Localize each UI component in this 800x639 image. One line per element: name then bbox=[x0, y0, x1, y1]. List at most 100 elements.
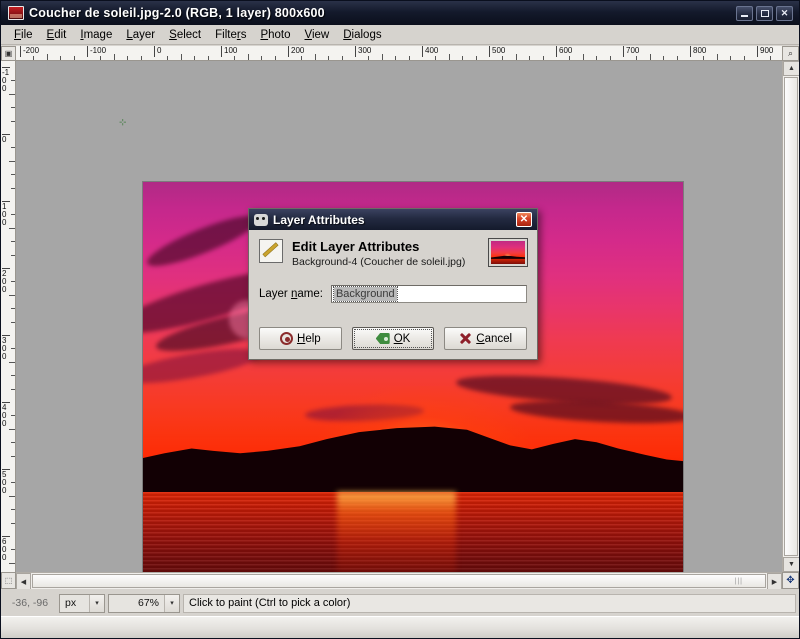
dialog-subheading: Background-4 (Coucher de soleil.jpg) bbox=[292, 256, 466, 268]
ruler-tick bbox=[609, 56, 611, 60]
horizontal-scrollbar[interactable]: ◀ ▶ ||| bbox=[16, 572, 782, 590]
ruler-tick bbox=[11, 107, 15, 109]
ruler-tick bbox=[11, 281, 15, 283]
help-button[interactable]: Help bbox=[259, 327, 342, 350]
ruler-tick bbox=[11, 442, 15, 444]
ruler-tick bbox=[9, 294, 15, 296]
ruler-tick bbox=[9, 428, 15, 430]
gimp-wilber-icon bbox=[254, 213, 268, 226]
vertical-scrollbar[interactable]: ▲ ▼ bbox=[782, 61, 799, 572]
ruler-tick bbox=[743, 56, 745, 60]
horizontal-scroll-thumb[interactable]: ||| bbox=[32, 574, 766, 588]
zoom-image-icon[interactable]: ⌕ bbox=[782, 46, 799, 61]
cursor-position-label: -36, -96 bbox=[11, 597, 49, 609]
ruler-tick bbox=[448, 54, 450, 60]
menu-image[interactable]: Image bbox=[73, 27, 119, 43]
menu-edit[interactable]: Edit bbox=[40, 27, 74, 43]
ruler-tick bbox=[194, 56, 196, 60]
ruler-tick bbox=[301, 56, 303, 60]
zoom-selector[interactable]: 67% ▾ bbox=[108, 593, 180, 613]
ok-button[interactable]: OK bbox=[351, 327, 435, 350]
ruler-label: 0 bbox=[2, 134, 10, 144]
scroll-left-arrow-icon[interactable]: ◀ bbox=[16, 573, 31, 590]
ruler-tick bbox=[9, 562, 15, 564]
ruler-tick bbox=[9, 93, 15, 95]
ruler-tick bbox=[180, 54, 182, 60]
ruler-tick bbox=[395, 56, 397, 60]
ruler-tick bbox=[11, 415, 15, 417]
scroll-right-arrow-icon[interactable]: ▶ bbox=[767, 573, 782, 590]
maximize-button[interactable] bbox=[756, 5, 773, 21]
scroll-up-arrow-icon[interactable]: ▲ bbox=[783, 61, 799, 76]
layer-attributes-dialog[interactable]: Layer Attributes ✕ Edit Layer Attributes… bbox=[248, 208, 538, 360]
ruler-tick bbox=[328, 56, 330, 60]
ruler-tick bbox=[314, 54, 316, 60]
vertical-ruler[interactable]: -1000100200300400500600700 bbox=[1, 61, 16, 572]
vertical-scroll-thumb[interactable] bbox=[784, 77, 798, 556]
ruler-label: -200 bbox=[20, 46, 39, 57]
ruler-tick bbox=[475, 56, 477, 60]
dialog-titlebar: Layer Attributes ✕ bbox=[249, 209, 537, 230]
ruler-tick bbox=[46, 54, 48, 60]
ruler-tick bbox=[11, 187, 15, 189]
ruler-tick bbox=[11, 241, 15, 243]
ok-button-label: OK bbox=[393, 332, 411, 345]
window-controls: ✕ bbox=[736, 5, 793, 21]
menu-file[interactable]: File bbox=[7, 27, 40, 43]
ruler-label: -100 bbox=[87, 46, 106, 57]
window-titlebar: Coucher de soleil.jpg-2.0 (RGB, 1 layer)… bbox=[1, 1, 799, 25]
ruler-tick bbox=[381, 54, 383, 60]
ruler-tick bbox=[569, 56, 571, 60]
menubar: File Edit Image Layer Select Filters Pho… bbox=[1, 25, 799, 45]
ruler-tick bbox=[435, 56, 437, 60]
ruler-tick bbox=[9, 227, 15, 229]
menu-filters[interactable]: Filters bbox=[208, 27, 253, 43]
ruler-label: 300 bbox=[2, 335, 10, 361]
ruler-tick bbox=[234, 56, 236, 60]
gimp-image-window: Coucher de soleil.jpg-2.0 (RGB, 1 layer)… bbox=[0, 0, 800, 639]
horizontal-ruler[interactable]: -200 -100 0 100 200 300 400 500 600 700 800 900 bbox=[16, 46, 782, 61]
ruler-tick bbox=[11, 522, 15, 524]
dialog-close-button[interactable]: ✕ bbox=[516, 212, 532, 227]
ruler-tick bbox=[11, 509, 15, 511]
dialog-header: Edit Layer Attributes Background-4 (Couc… bbox=[259, 238, 528, 269]
dialog-body: Edit Layer Attributes Background-4 (Couc… bbox=[249, 230, 537, 361]
ruler-origin-icon[interactable]: ▣ bbox=[1, 46, 16, 61]
layer-name-row: Layer name: Background bbox=[259, 285, 527, 303]
ruler-label: -100 bbox=[2, 67, 10, 93]
scroll-down-arrow-icon[interactable]: ▼ bbox=[783, 557, 799, 572]
ruler-label: 0 bbox=[154, 46, 161, 57]
ruler-tick bbox=[730, 56, 732, 60]
chevron-down-icon: ▾ bbox=[164, 594, 179, 612]
ruler-tick bbox=[11, 482, 15, 484]
ruler-label: 500 bbox=[2, 469, 10, 495]
close-button[interactable]: ✕ bbox=[776, 5, 793, 21]
menu-dialogs[interactable]: Dialogs bbox=[336, 27, 388, 43]
ruler-label: 200 bbox=[2, 268, 10, 294]
move-navigate-icon[interactable]: ✥ bbox=[782, 572, 799, 589]
menu-select[interactable]: Select bbox=[162, 27, 208, 43]
cancel-button[interactable]: Cancel bbox=[444, 327, 528, 350]
menu-view[interactable]: View bbox=[298, 27, 337, 43]
close-icon: ✕ bbox=[780, 7, 789, 18]
ruler-tick bbox=[408, 56, 410, 60]
ruler-tick bbox=[502, 56, 504, 60]
gimp-image-icon bbox=[8, 6, 24, 20]
unit-selector[interactable]: px ▾ bbox=[59, 593, 105, 613]
minimize-button[interactable] bbox=[736, 5, 753, 21]
ruler-tick bbox=[11, 308, 15, 310]
cancel-x-icon bbox=[459, 332, 472, 345]
layer-name-input[interactable]: Background bbox=[330, 285, 527, 303]
menu-layer[interactable]: Layer bbox=[119, 27, 162, 43]
ruler-tick bbox=[649, 54, 651, 60]
layer-name-label: Layer name: bbox=[259, 288, 323, 300]
ruler-tick bbox=[127, 56, 129, 60]
ruler-label: 600 bbox=[2, 536, 10, 562]
menu-photo[interactable]: Photo bbox=[253, 27, 297, 43]
ruler-tick bbox=[113, 54, 115, 60]
statusbar-footer bbox=[1, 616, 799, 638]
ruler-tick bbox=[11, 80, 15, 82]
unit-value: px bbox=[65, 597, 77, 609]
layer-thumbnail bbox=[488, 238, 528, 267]
quick-mask-icon[interactable]: ⬚ bbox=[1, 572, 16, 589]
